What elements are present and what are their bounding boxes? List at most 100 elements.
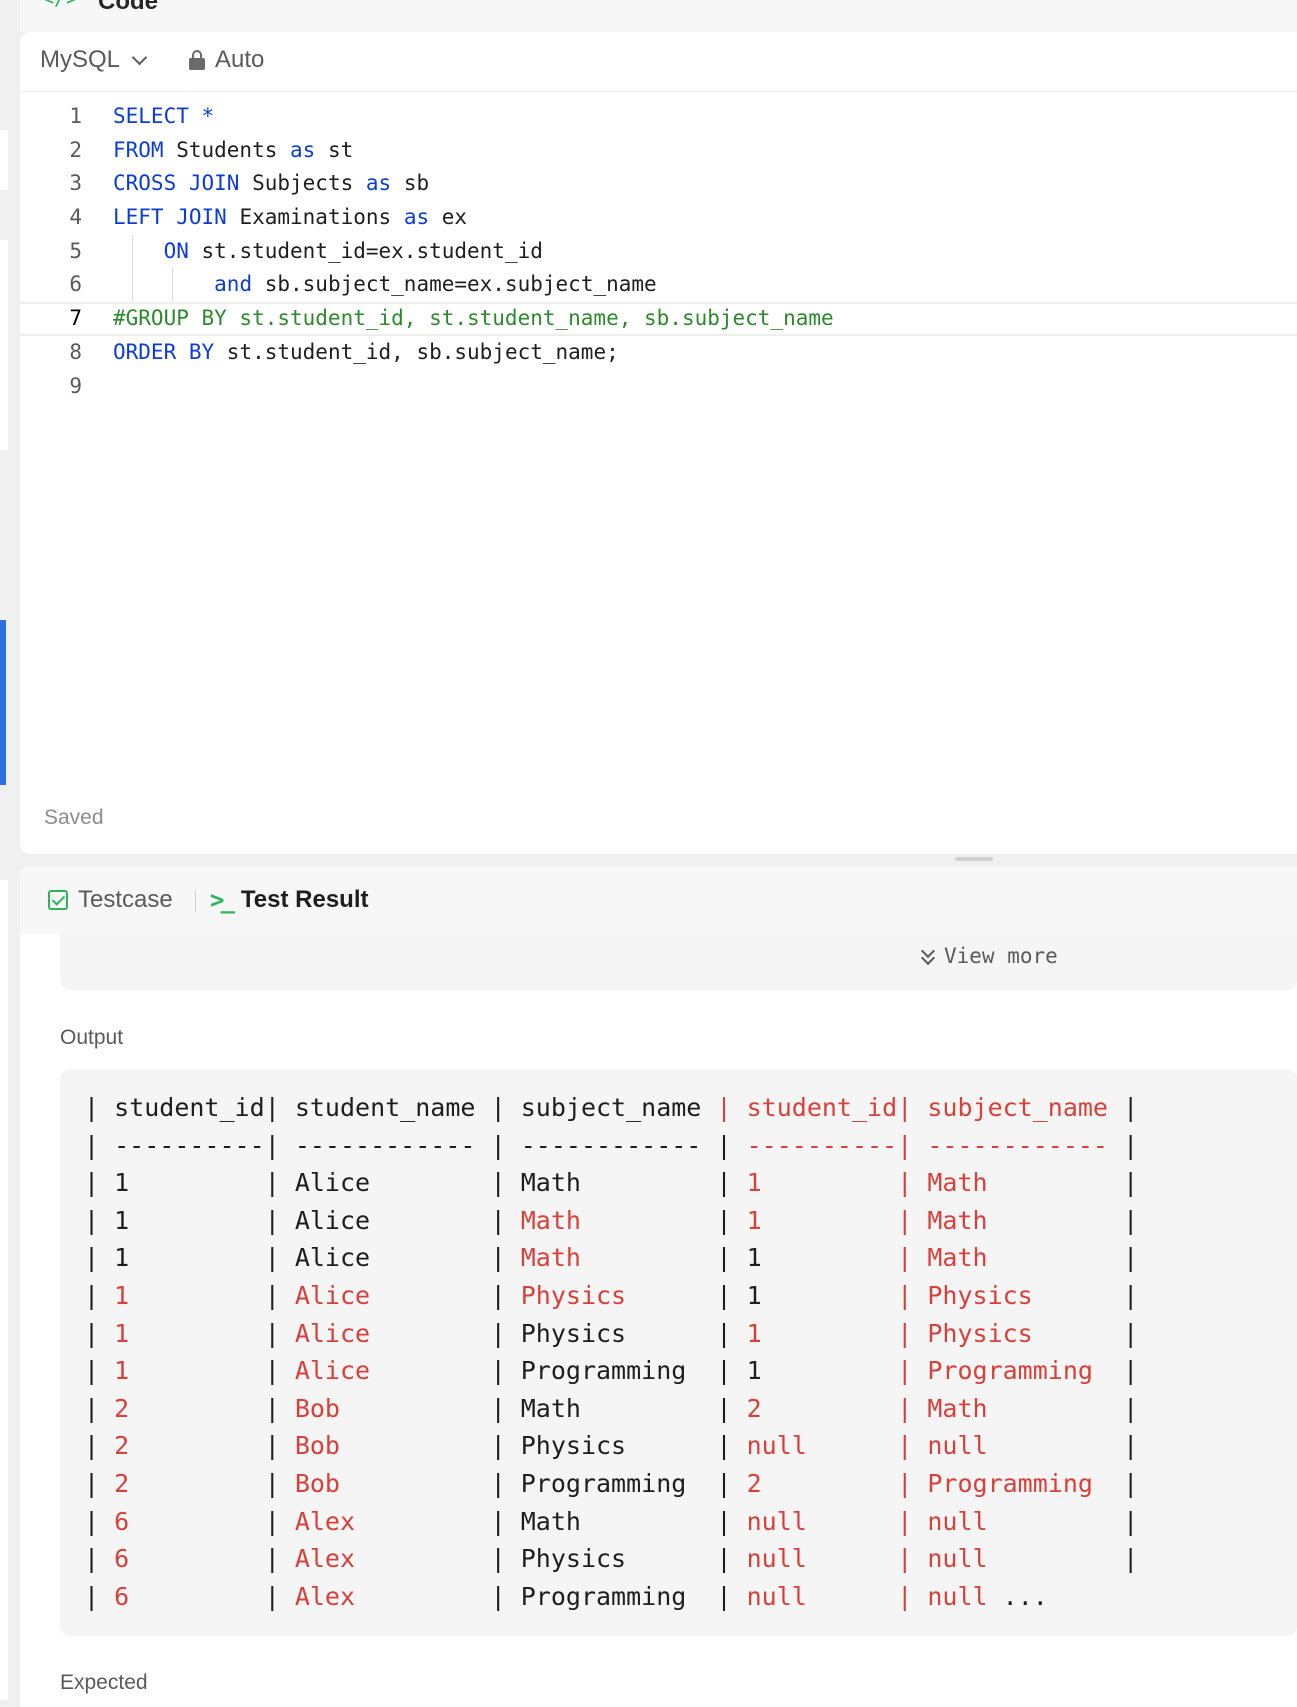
- table-cell: Math: [927, 1243, 988, 1273]
- table-cell: null: [746, 1544, 807, 1574]
- sql-token: Students: [163, 137, 291, 162]
- code-text: CROSS JOIN Subjects as sb: [113, 167, 429, 201]
- table-pipe: |: [490, 1093, 506, 1122]
- line-number: 7: [69, 306, 82, 331]
- save-status: Saved: [44, 806, 104, 829]
- code-icon: </>: [42, 0, 78, 10]
- table-separator: ----------: [114, 1130, 265, 1160]
- code-line[interactable]: 4 LEFT JOIN Examinations as ex: [20, 201, 1297, 235]
- code-line[interactable]: 6 and sb.subject_name=ex.subject_name: [20, 268, 1297, 302]
- indent-guide: [172, 268, 173, 301]
- column-header: subject_name: [927, 1093, 1108, 1122]
- table-cell: Programming: [520, 1356, 687, 1386]
- column-header: student_id: [746, 1093, 898, 1122]
- table-cell: Programming: [520, 1581, 687, 1611]
- table-cell: Programming: [927, 1356, 1093, 1386]
- table-pipe: |: [716, 1431, 732, 1461]
- sql-token: st: [315, 137, 354, 162]
- table-pipe: |: [897, 1205, 913, 1235]
- table-pipe: |: [490, 1431, 506, 1461]
- code-text: LEFT JOIN Examinations as ex: [113, 201, 467, 235]
- table-cell: Physics: [927, 1318, 1033, 1348]
- table-pipe: |: [716, 1544, 732, 1574]
- truncation-ellipsis: ...: [1002, 1581, 1048, 1611]
- table-pipe: |: [1123, 1168, 1139, 1198]
- table-pipe: |: [490, 1130, 506, 1160]
- language-select[interactable]: MySQL: [40, 46, 148, 74]
- table-cell: Physics: [520, 1431, 627, 1461]
- code-line[interactable]: 9: [20, 370, 1297, 404]
- table-cell: Math: [520, 1243, 581, 1273]
- code-line[interactable]: 8 ORDER BY st.student_id, sb.subject_name…: [20, 336, 1297, 370]
- table-pipe: |: [84, 1168, 100, 1198]
- code-editor-panel: MySQL Auto 1 SELECT * 2 FROM Students as st…: [20, 32, 1297, 854]
- table-cell: Math: [520, 1393, 581, 1423]
- table-cell: null: [927, 1431, 988, 1461]
- tab-test-result-label: Test Result: [240, 886, 369, 913]
- table-cell: 2: [114, 1468, 130, 1498]
- table-pipe: |: [716, 1393, 732, 1423]
- table-cell: Bob: [294, 1468, 340, 1498]
- table-pipe: |: [1123, 1431, 1139, 1461]
- table-cell: Bob: [294, 1393, 340, 1423]
- sql-token: st.student_id=ex.student_id: [188, 238, 543, 263]
- sql-token: Examinations: [226, 205, 404, 230]
- table-pipe: |: [897, 1544, 913, 1574]
- code-line[interactable]: 5 ON st.student_id=ex.student_id: [20, 235, 1297, 269]
- table-separator: ----------: [746, 1130, 898, 1160]
- table-pipe: |: [716, 1506, 732, 1536]
- line-number: 3: [69, 171, 82, 196]
- table-cell: Programming: [927, 1468, 1093, 1498]
- table-cell: Physics: [927, 1280, 1033, 1310]
- code-area[interactable]: 1 SELECT * 2 FROM Students as st 3 CROSS JOIN…: [20, 100, 1297, 403]
- code-line[interactable]: 1 SELECT *: [20, 100, 1297, 134]
- table-cell: 1: [746, 1243, 762, 1273]
- code-text: #GROUP BY st.student_id, st.student_name…: [113, 304, 834, 334]
- sql-keyword: as: [403, 205, 430, 230]
- panel-resize-handle[interactable]: [955, 857, 993, 861]
- code-text: and sb.subject_name=ex.subject_name: [113, 268, 657, 302]
- table-pipe: |: [490, 1280, 506, 1310]
- code-line[interactable]: 2 FROM Students as st: [20, 134, 1297, 168]
- tab-test-result[interactable]: >_ Test Result: [210, 886, 369, 914]
- table-pipe: |: [897, 1581, 913, 1611]
- table-pipe: |: [1123, 1205, 1139, 1235]
- auto-mode-toggle[interactable]: Auto: [189, 46, 264, 74]
- sql-token: st.student_id, sb.subject_name;: [214, 339, 619, 364]
- sql-keyword: ON: [163, 238, 189, 263]
- tab-testcase[interactable]: Testcase: [48, 886, 173, 914]
- tab-testcase-label: Testcase: [78, 886, 173, 913]
- code-line[interactable]: 3 CROSS JOIN Subjects as sb: [20, 167, 1297, 201]
- line-number: 4: [69, 205, 82, 230]
- line-number: 6: [69, 272, 82, 297]
- line-number: 1: [69, 104, 82, 128]
- table-pipe: |: [84, 1544, 100, 1574]
- view-more-button[interactable]: View more: [920, 943, 1058, 968]
- table-cell: null: [746, 1431, 807, 1461]
- table-cell: null: [746, 1581, 807, 1611]
- table-pipe: |: [84, 1393, 100, 1423]
- table-pipe: |: [897, 1431, 913, 1461]
- sql-token: Subjects: [239, 171, 366, 196]
- table-pipe: |: [84, 1093, 100, 1122]
- table-pipe: |: [716, 1356, 732, 1386]
- table-pipe: |: [264, 1506, 280, 1536]
- code-line[interactable]: 7 #GROUP BY st.student_id, st.student_nam…: [20, 302, 1297, 336]
- table-pipe: |: [264, 1431, 280, 1461]
- table-pipe: |: [716, 1205, 732, 1235]
- sql-comment: #GROUP BY st.student_id, st.student_name…: [113, 306, 834, 331]
- table-cell: Physics: [520, 1318, 627, 1348]
- auto-mode-label: Auto: [215, 46, 265, 73]
- output-label: Output: [60, 1026, 124, 1049]
- sidebar-panel-piece: [0, 130, 8, 190]
- table-pipe: |: [897, 1243, 913, 1273]
- table-pipe: |: [490, 1544, 506, 1574]
- table-cell: 1: [114, 1243, 130, 1273]
- table-pipe: |: [84, 1356, 100, 1386]
- table-pipe: |: [84, 1280, 100, 1310]
- table-separator: ------------: [294, 1130, 476, 1160]
- table-pipe: |: [1123, 1093, 1139, 1122]
- table-pipe: |: [264, 1544, 280, 1574]
- table-pipe: |: [897, 1093, 913, 1122]
